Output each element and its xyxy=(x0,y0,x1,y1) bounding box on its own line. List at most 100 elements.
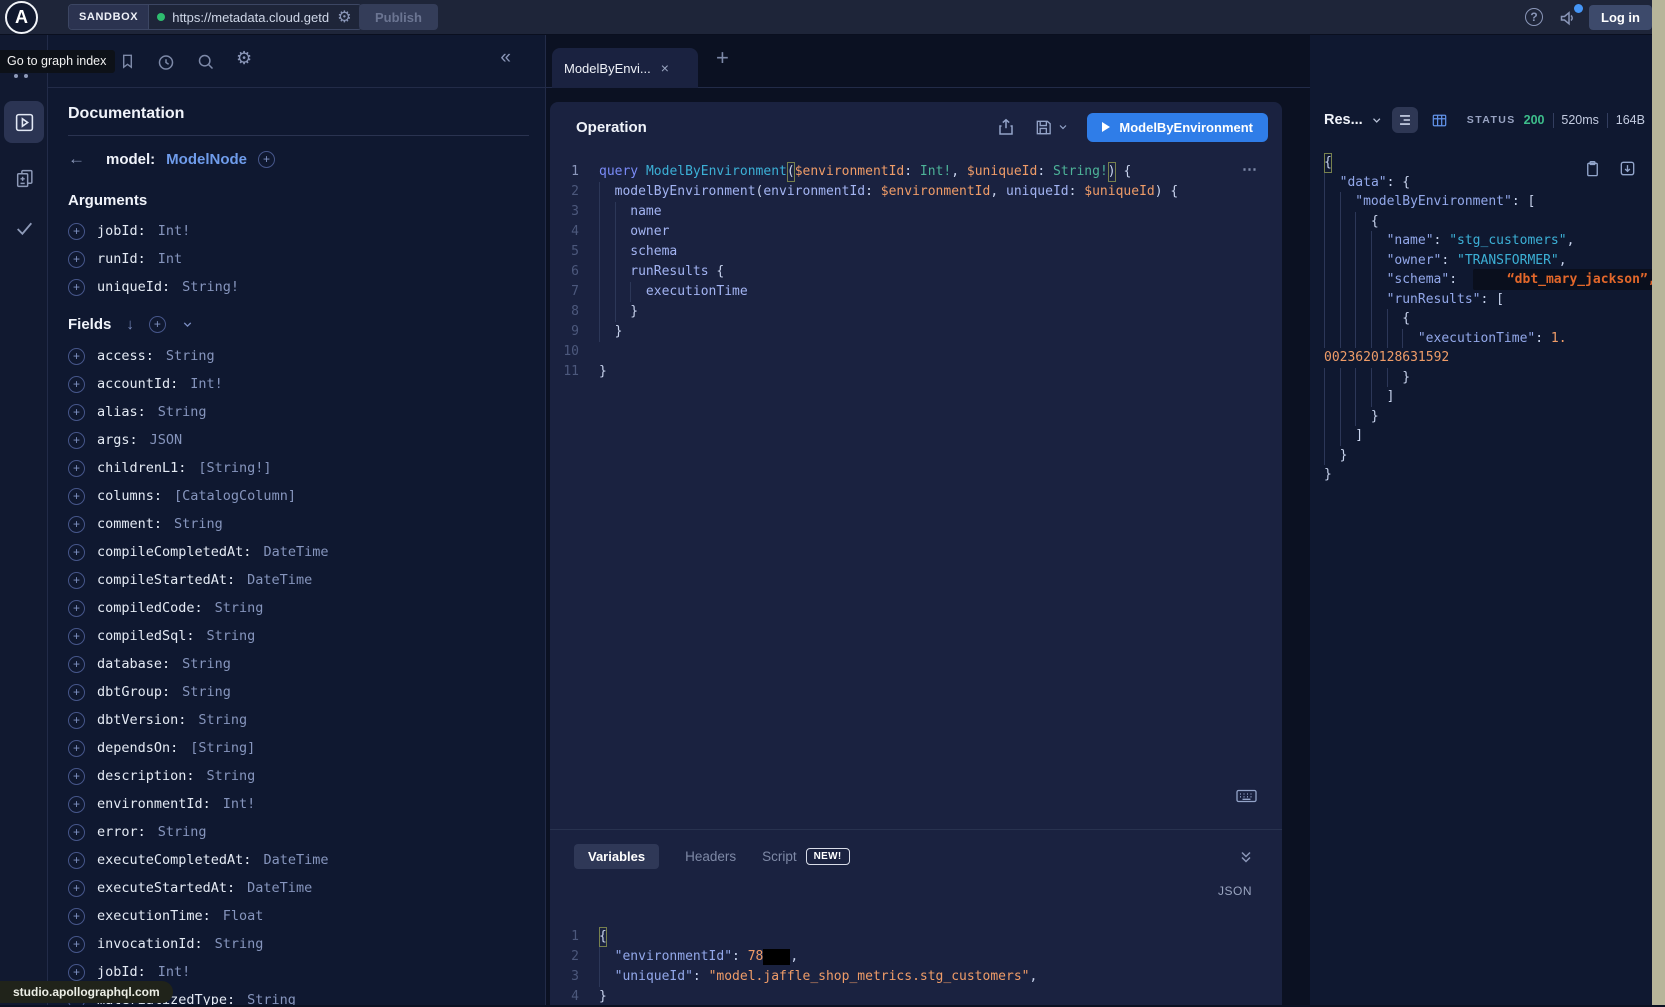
tab-headers[interactable]: Headers xyxy=(685,849,736,864)
add-type-to-query-icon[interactable]: + xyxy=(258,151,275,168)
field-row[interactable]: +dbtVersion:String xyxy=(68,706,529,734)
field-row[interactable]: +compileStartedAt:DateTime xyxy=(68,566,529,594)
field-type[interactable]: Int! xyxy=(223,796,256,812)
operation-code-line[interactable]: 5schema xyxy=(550,242,1282,262)
operation-code-line[interactable]: 6runResults { xyxy=(550,262,1282,282)
add-all-fields-icon[interactable]: + xyxy=(149,316,166,333)
add-field-to-query-icon[interactable]: + xyxy=(68,796,85,813)
type-name-link[interactable]: ModelNode xyxy=(166,151,247,168)
field-type[interactable]: DateTime xyxy=(263,852,328,868)
add-field-to-query-icon[interactable]: + xyxy=(68,656,85,673)
add-field-to-query-icon[interactable]: + xyxy=(68,880,85,897)
field-type[interactable]: String xyxy=(182,684,231,700)
field-row[interactable]: +alias:String xyxy=(68,398,529,426)
add-field-to-query-icon[interactable]: + xyxy=(68,572,85,589)
tab-close-icon[interactable]: × xyxy=(661,60,669,76)
add-field-to-query-icon[interactable]: + xyxy=(68,740,85,757)
field-row[interactable]: +executionTime:Float xyxy=(68,902,529,930)
field-row[interactable]: +columns:[CatalogColumn] xyxy=(68,482,529,510)
collapse-panel-icon[interactable]: « xyxy=(500,47,511,69)
add-field-to-query-icon[interactable]: + xyxy=(68,544,85,561)
tab-variables[interactable]: Variables xyxy=(574,844,659,869)
field-row[interactable]: +dbtGroup:String xyxy=(68,678,529,706)
add-field-to-query-icon[interactable]: + xyxy=(68,712,85,729)
field-type[interactable]: String xyxy=(166,348,215,364)
field-type[interactable]: String xyxy=(215,936,264,952)
sort-down-icon[interactable]: ↓ xyxy=(126,316,134,333)
history-icon[interactable] xyxy=(156,52,176,72)
field-type[interactable]: Int xyxy=(158,251,182,267)
field-type[interactable]: String xyxy=(198,712,247,728)
argument-row[interactable]: +jobId:Int! xyxy=(68,217,529,245)
argument-row[interactable]: +runId:Int xyxy=(68,245,529,273)
add-field-to-query-icon[interactable]: + xyxy=(68,488,85,505)
variables-code-line[interactable]: 4} xyxy=(550,987,1282,1007)
field-row[interactable]: +executeCompletedAt:DateTime xyxy=(68,846,529,874)
field-type[interactable]: String xyxy=(207,768,256,784)
field-type[interactable]: [String] xyxy=(190,740,255,756)
variables-code-line[interactable]: 1{ xyxy=(550,927,1282,947)
field-row[interactable]: +description:String xyxy=(68,762,529,790)
operation-code-line[interactable]: 1query ModelByEnvironment($environmentId… xyxy=(550,162,1282,182)
tab-modelbyenvironment[interactable]: ModelByEnvi... × xyxy=(552,48,698,88)
run-operation-button[interactable]: ModelByEnvironment xyxy=(1087,113,1268,142)
save-icon[interactable] xyxy=(1034,118,1053,137)
add-field-to-query-icon[interactable]: + xyxy=(68,908,85,925)
field-type[interactable]: String! xyxy=(182,279,239,295)
editor-options-ellipsis-icon[interactable]: ⋯ xyxy=(1242,160,1258,178)
add-field-to-query-icon[interactable]: + xyxy=(68,432,85,449)
endpoint-url[interactable]: https://metadata.cloud.getd xyxy=(172,10,330,25)
tree-view-toggle-icon[interactable] xyxy=(1392,107,1418,133)
operation-code-line[interactable]: 3name xyxy=(550,202,1282,222)
add-field-to-query-icon[interactable]: + xyxy=(68,223,85,240)
field-row[interactable]: +error:String xyxy=(68,818,529,846)
endpoint-url-field[interactable]: https://metadata.cloud.getd ⚙ xyxy=(149,5,361,29)
variables-code-line[interactable]: 2"environmentId": 78, xyxy=(550,947,1282,967)
add-field-to-query-icon[interactable]: + xyxy=(68,964,85,981)
field-row[interactable]: +environmentId:Int! xyxy=(68,790,529,818)
add-field-to-query-icon[interactable]: + xyxy=(68,628,85,645)
field-type[interactable]: String xyxy=(215,600,264,616)
field-row[interactable]: +invocationId:String xyxy=(68,930,529,958)
bookmark-icon[interactable] xyxy=(118,52,137,71)
add-field-to-query-icon[interactable]: + xyxy=(68,404,85,421)
add-field-to-query-icon[interactable]: + xyxy=(68,376,85,393)
add-field-to-query-icon[interactable]: + xyxy=(68,348,85,365)
add-field-to-query-icon[interactable]: + xyxy=(68,936,85,953)
search-icon[interactable] xyxy=(196,52,216,72)
field-row[interactable]: +dependsOn:[String] xyxy=(68,734,529,762)
checklist-nav-icon[interactable] xyxy=(4,207,44,249)
login-button[interactable]: Log in xyxy=(1589,5,1652,30)
help-icon[interactable]: ? xyxy=(1525,8,1543,26)
save-dropdown-chevron-icon[interactable] xyxy=(1057,121,1069,133)
operation-code-line[interactable]: 2modelByEnvironment(environmentId: $envi… xyxy=(550,182,1282,202)
field-row[interactable]: +compiledSql:String xyxy=(68,622,529,650)
field-type[interactable]: Int! xyxy=(190,376,223,392)
field-type[interactable]: String xyxy=(182,656,231,672)
add-field-to-query-icon[interactable]: + xyxy=(68,251,85,268)
operation-code-line[interactable]: 9} xyxy=(550,322,1282,342)
field-row[interactable]: +compileCompletedAt:DateTime xyxy=(68,538,529,566)
field-type[interactable]: Float xyxy=(223,908,264,924)
operation-code-line[interactable]: 11} xyxy=(550,362,1282,382)
operation-code-line[interactable]: 7executionTime xyxy=(550,282,1282,302)
operation-code-line[interactable]: 10 xyxy=(550,342,1282,362)
publish-button[interactable]: Publish xyxy=(359,4,438,30)
field-type[interactable]: JSON xyxy=(150,432,183,448)
settings-gear-icon[interactable]: ⚙ xyxy=(236,50,252,68)
field-type[interactable]: String xyxy=(207,628,256,644)
field-type[interactable]: String xyxy=(158,404,207,420)
collapse-variables-chevrons-icon[interactable] xyxy=(1238,849,1254,865)
argument-row[interactable]: +uniqueId:String! xyxy=(68,273,529,301)
field-type[interactable]: DateTime xyxy=(247,572,312,588)
table-view-toggle-icon[interactable] xyxy=(1426,107,1452,133)
field-type[interactable]: String xyxy=(158,824,207,840)
field-type[interactable]: [CatalogColumn] xyxy=(174,488,296,504)
add-field-to-query-icon[interactable]: + xyxy=(68,600,85,617)
field-row[interactable]: +executeStartedAt:DateTime xyxy=(68,874,529,902)
field-type[interactable]: [String!] xyxy=(198,460,271,476)
add-field-to-query-icon[interactable]: + xyxy=(68,684,85,701)
response-title[interactable]: Res... xyxy=(1324,112,1363,128)
variables-editor[interactable]: 1{2"environmentId": 78,3"uniqueId": "mod… xyxy=(550,869,1282,1007)
field-type[interactable]: String xyxy=(174,516,223,532)
